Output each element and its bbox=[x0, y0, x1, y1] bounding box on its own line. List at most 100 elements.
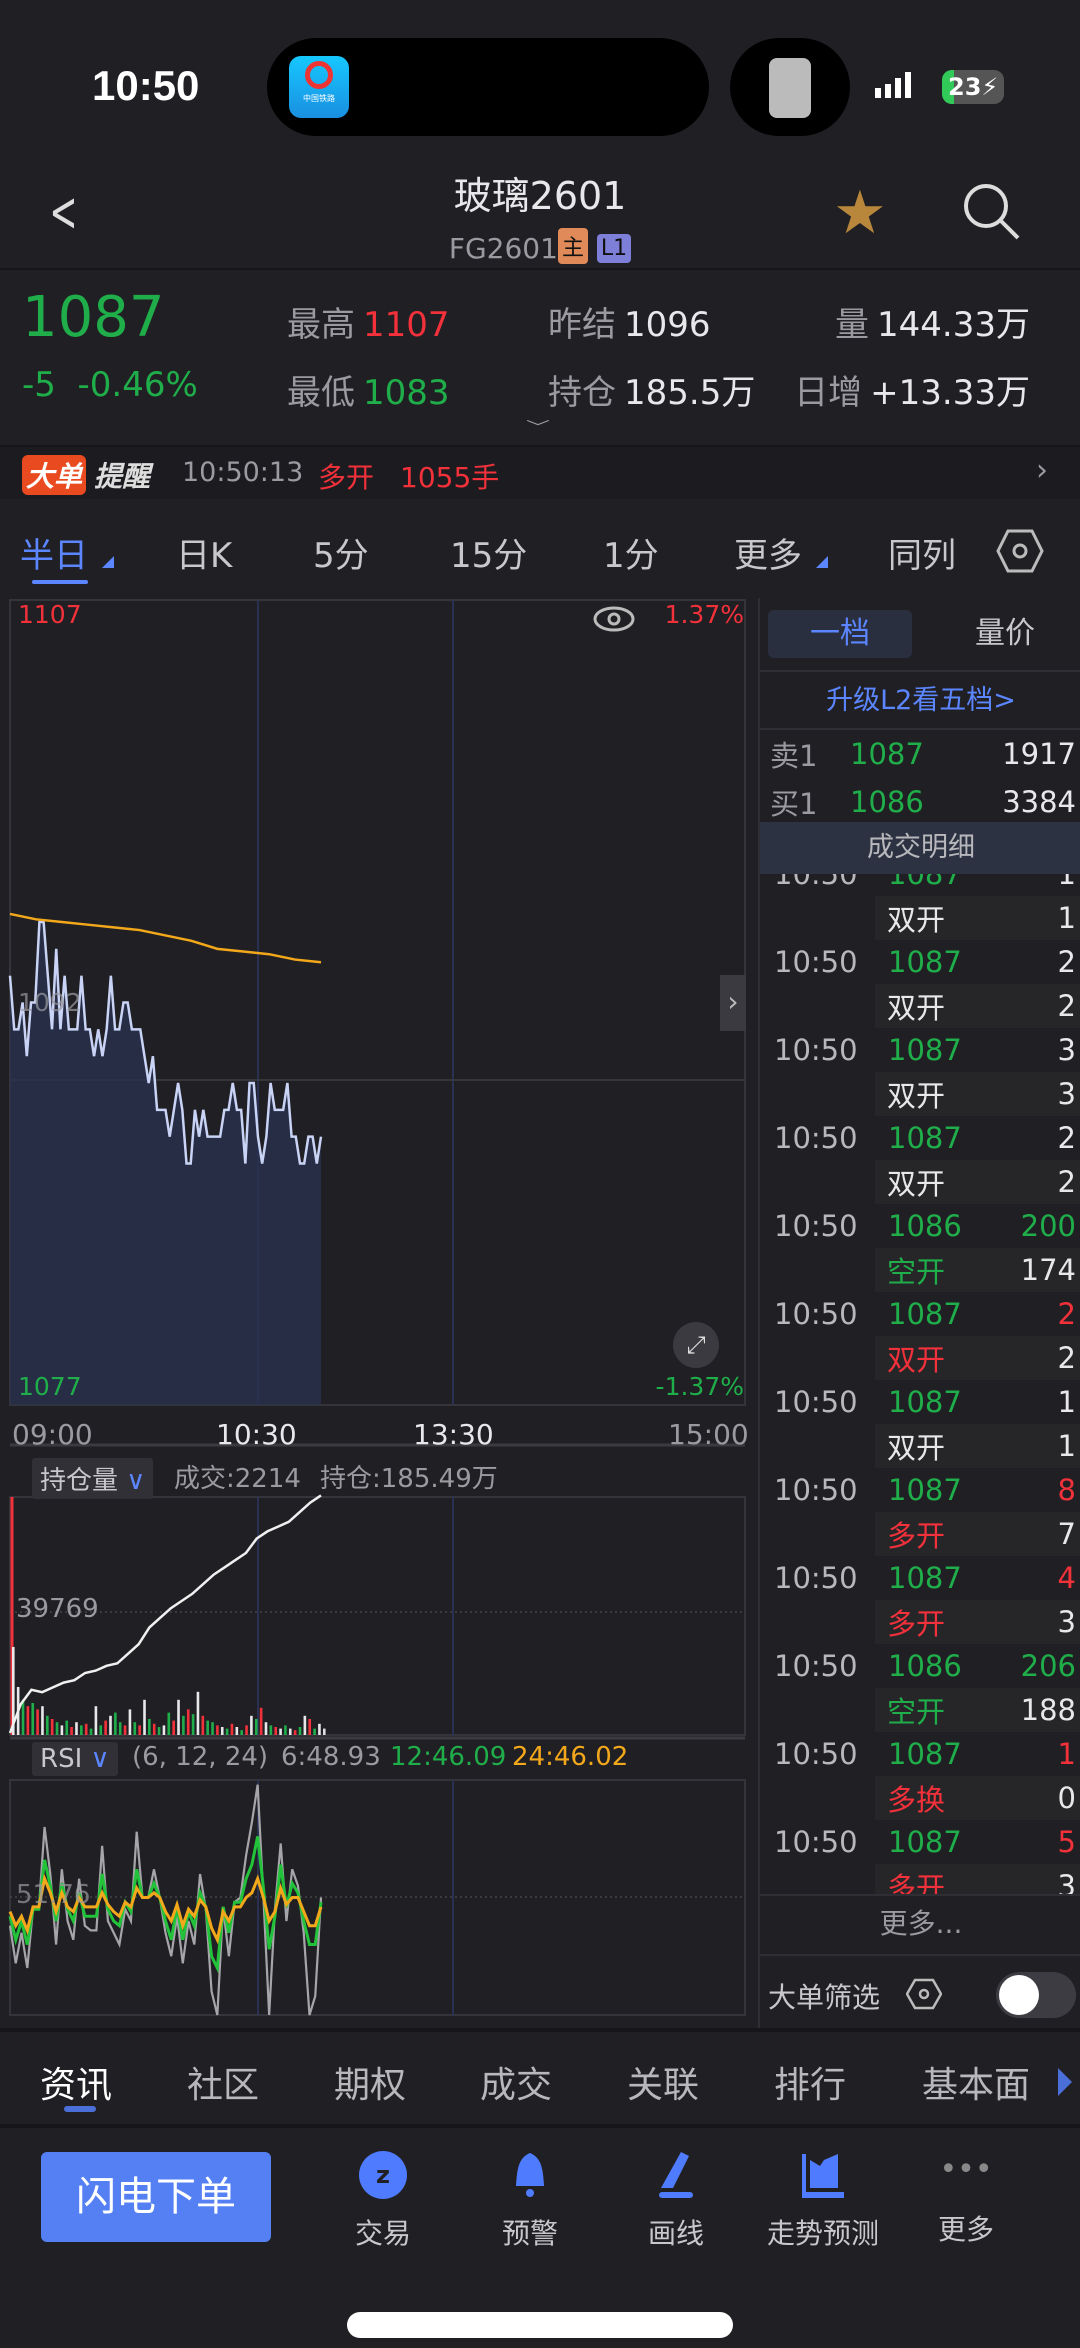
tab-more[interactable]: 更多 bbox=[734, 528, 802, 577]
volume-bar bbox=[75, 1722, 78, 1735]
alert-badge-label: 提醒 bbox=[94, 460, 151, 493]
settings-hexagon-icon[interactable] bbox=[996, 527, 1044, 575]
volume-bar bbox=[55, 1722, 59, 1735]
volume-bar bbox=[308, 1719, 312, 1735]
time-label-1330: 13:30 bbox=[413, 1418, 494, 1451]
scroll-right-icon[interactable] bbox=[1058, 2068, 1072, 2096]
big-order-filter-toggle[interactable] bbox=[996, 1972, 1076, 2018]
volume-bar bbox=[50, 1719, 54, 1735]
price-axis-bottom: 1077 bbox=[18, 1372, 82, 1401]
volume-bar bbox=[220, 1727, 224, 1735]
trade-detail-row: 多开 3 bbox=[875, 1864, 1080, 1894]
indicator-selector-rsi[interactable]: RSI ∨ bbox=[32, 1742, 118, 1776]
volume-bar bbox=[167, 1712, 171, 1735]
search-icon[interactable] bbox=[960, 180, 1024, 244]
alert-qty: 1055手 bbox=[400, 461, 500, 494]
chevron-right-icon: › bbox=[1036, 453, 1048, 488]
volume-bar bbox=[288, 1728, 292, 1735]
trade-detail-row: 双开 3 bbox=[875, 1072, 1080, 1116]
alert-time: 10:50:13 bbox=[182, 457, 304, 488]
tab-level1[interactable]: 一档 bbox=[768, 610, 912, 658]
tab-trades[interactable]: 成交 bbox=[480, 2056, 552, 2108]
volume-bar bbox=[182, 1715, 185, 1735]
tab-5min[interactable]: 5分 bbox=[313, 528, 369, 577]
rsi6-value: 6:48.93 bbox=[281, 1742, 381, 1772]
volume-bar bbox=[84, 1723, 88, 1735]
tab-ranking[interactable]: 排行 bbox=[774, 2056, 846, 2108]
high-value: 1107 bbox=[363, 305, 450, 345]
price-change: -5 -0.46% bbox=[22, 365, 198, 405]
trade-list[interactable]: 10:50 1087 1 双开 1 10:50 1087 2 双开 2 10:50 1087 3 双开 3 1… bbox=[760, 874, 1080, 1894]
volume-bar bbox=[211, 1722, 214, 1735]
change-pct: -0.46% bbox=[77, 365, 198, 405]
trade-detail-row: 多开 3 bbox=[875, 1600, 1080, 1644]
trade-detail-row: 多开 7 bbox=[875, 1512, 1080, 1556]
volume-bar bbox=[269, 1725, 273, 1735]
more-tools-button[interactable]: ••• 更多 bbox=[906, 2150, 1026, 2248]
volume-bar bbox=[94, 1706, 98, 1735]
expand-chevron-icon[interactable]: ﹀ bbox=[526, 415, 550, 436]
expand-panel-button[interactable]: › bbox=[720, 975, 746, 1031]
trade-detail-row: 双开 2 bbox=[875, 1160, 1080, 1204]
low-value: 1083 bbox=[363, 373, 450, 413]
oi-value: 持仓:185.49万 bbox=[320, 1464, 498, 1494]
volume-bar bbox=[250, 1715, 253, 1735]
trade-row: 10:50 1087 2 bbox=[774, 1121, 1076, 1155]
upgrade-l2-link[interactable]: 升级L2看五档> bbox=[760, 678, 1080, 724]
low-field: 最低 1083 bbox=[287, 373, 450, 413]
tab-price-volume[interactable]: 量价 bbox=[940, 610, 1070, 658]
volume-bar bbox=[264, 1722, 268, 1735]
pen-icon bbox=[659, 2152, 693, 2198]
volume-bar bbox=[60, 1725, 64, 1735]
trade-detail-row: 双开 2 bbox=[875, 984, 1080, 1028]
eye-icon[interactable] bbox=[592, 604, 636, 634]
tab-fundamentals[interactable]: 基本面 bbox=[922, 2056, 1052, 2108]
volume-bar bbox=[46, 1715, 49, 1735]
flash-order-button[interactable]: 闪电下单 bbox=[41, 2152, 271, 2242]
filter-info-icon[interactable] bbox=[906, 1978, 942, 2010]
tab-news[interactable]: 资讯 bbox=[40, 2056, 112, 2108]
trade-row: 10:50 1087 2 bbox=[774, 945, 1076, 979]
last-price: 1087 bbox=[22, 285, 165, 350]
tab-daily-k[interactable]: 日K bbox=[176, 528, 232, 577]
battery-icon: 23⚡ bbox=[942, 70, 1004, 104]
volume-bar bbox=[318, 1723, 321, 1735]
volume-bar bbox=[196, 1691, 200, 1735]
time-label-1030: 10:30 bbox=[216, 1418, 297, 1451]
volume-bar bbox=[21, 1699, 25, 1735]
depth-rows: 卖1 1087 1917 买1 1086 3384 bbox=[770, 737, 1076, 821]
alert-button[interactable]: 预警 bbox=[470, 2150, 590, 2252]
trade-button[interactable]: z 交易 bbox=[323, 2150, 443, 2252]
volume-bar bbox=[114, 1712, 117, 1735]
railway-app-icon: 中国铁路 bbox=[289, 56, 349, 118]
volume-bar bbox=[138, 1725, 141, 1735]
volume-bar bbox=[31, 1703, 35, 1735]
book-icon bbox=[802, 2154, 844, 2198]
tab-same-column[interactable]: 同列 bbox=[888, 528, 956, 577]
volume-bar bbox=[279, 1728, 282, 1735]
tab-half-day[interactable]: 半日 bbox=[20, 528, 88, 577]
main-contract-tag: 主 bbox=[557, 228, 588, 264]
trade-row: 10:50 1087 1 bbox=[774, 874, 1076, 891]
more-trades-button[interactable]: 更多... bbox=[760, 1898, 1080, 1950]
volume-bar bbox=[133, 1722, 137, 1735]
favorite-star-icon[interactable]: ★ bbox=[833, 178, 887, 248]
level-tag: L1 bbox=[596, 234, 632, 263]
tab-related[interactable]: 关联 bbox=[627, 2056, 699, 2108]
chart-area[interactable] bbox=[0, 590, 752, 2030]
draw-line-button[interactable]: 画线 bbox=[616, 2150, 736, 2252]
railway-app-icon-label: 中国铁路 bbox=[303, 94, 335, 103]
rsi12-value: 12:46.09 bbox=[390, 1742, 507, 1772]
battery-level: 23 bbox=[948, 73, 982, 101]
home-indicator[interactable] bbox=[347, 2312, 733, 2338]
tab-15min[interactable]: 15分 bbox=[450, 528, 527, 577]
tab-1min[interactable]: 1分 bbox=[603, 528, 659, 577]
tab-community[interactable]: 社区 bbox=[187, 2056, 259, 2108]
indicator-selector-oi[interactable]: 持仓量 ∨ bbox=[32, 1458, 154, 1499]
trend-forecast-button[interactable]: 走势预测 bbox=[763, 2150, 883, 2252]
trade-detail-row: 空开 174 bbox=[875, 1248, 1080, 1292]
tab-options[interactable]: 期权 bbox=[334, 2056, 406, 2108]
fullscreen-icon[interactable]: ⤢ bbox=[673, 1322, 719, 1368]
rsi24-value: 24:46.02 bbox=[512, 1742, 629, 1772]
big-order-alert[interactable]: 大单 提醒 10:50:13 多开 1055手 › bbox=[0, 447, 1080, 499]
